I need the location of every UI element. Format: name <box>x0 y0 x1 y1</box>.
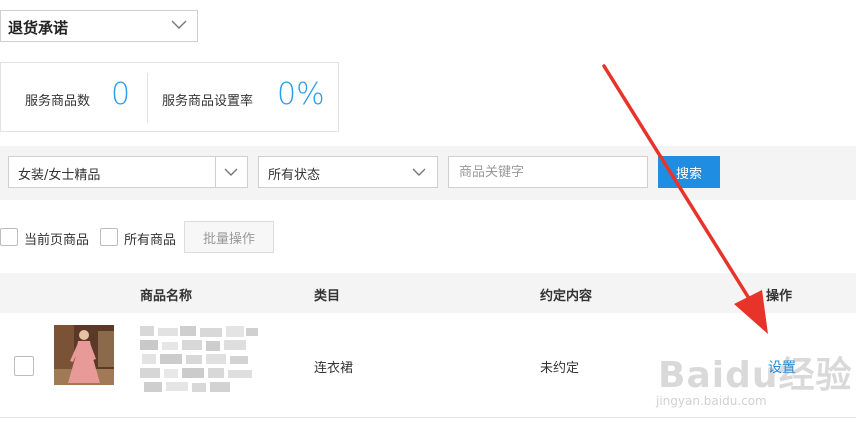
keyword-input[interactable] <box>457 157 641 187</box>
search-button[interactable]: 搜索 <box>658 156 720 188</box>
filter-bar: 女装/女士精品 所有状态 搜索 <box>0 146 856 200</box>
baidu-watermark: Baidu经验 jingyan.baidu.com <box>650 328 856 426</box>
table-header: 商品名称 类目 约定内容 操作 <box>0 273 856 313</box>
service-rate-value: 0% <box>277 77 325 112</box>
stats-card: 服务商品数 0 服务商品设置率 0% <box>0 62 339 132</box>
all-items-checkbox[interactable] <box>100 228 118 246</box>
column-header-agreement: 约定内容 <box>540 289 593 304</box>
current-page-checkbox[interactable] <box>0 228 18 246</box>
column-header-category: 类目 <box>314 289 341 304</box>
service-type-value: 退货承诺 <box>8 19 69 37</box>
status-select-value: 所有状态 <box>268 168 321 183</box>
chevron-down-icon <box>171 20 187 29</box>
service-type-select[interactable]: 退货承诺 <box>0 10 198 42</box>
row-agreement: 未约定 <box>540 361 580 376</box>
category-select-value: 女装/女士精品 <box>18 168 101 183</box>
status-select[interactable]: 所有状态 <box>258 156 438 188</box>
current-page-label: 当前页商品 <box>24 233 90 248</box>
product-name-redacted <box>140 326 260 400</box>
column-header-action: 操作 <box>766 289 793 304</box>
service-count-value: 0 <box>111 77 131 112</box>
chevron-down-icon <box>412 168 426 176</box>
select-separator <box>215 157 216 187</box>
watermark-url: jingyan.baidu.com <box>656 394 767 408</box>
service-rate-label: 服务商品设置率 <box>162 94 254 109</box>
row-checkbox[interactable] <box>14 356 34 376</box>
category-select[interactable]: 女装/女士精品 <box>8 156 248 188</box>
service-count-label: 服务商品数 <box>25 94 91 109</box>
redaction-mosaic <box>140 326 258 392</box>
watermark-logo: Baidu经验 <box>658 355 853 396</box>
all-items-label: 所有商品 <box>124 233 177 248</box>
batch-operation-button[interactable]: 批量操作 <box>184 221 274 253</box>
product-thumbnail[interactable] <box>54 325 114 385</box>
dress-image <box>54 325 114 385</box>
chevron-down-icon <box>224 168 238 176</box>
keyword-field[interactable] <box>448 156 648 188</box>
stats-divider <box>147 73 148 123</box>
row-category: 连衣裙 <box>314 361 354 376</box>
column-header-name: 商品名称 <box>140 289 193 304</box>
